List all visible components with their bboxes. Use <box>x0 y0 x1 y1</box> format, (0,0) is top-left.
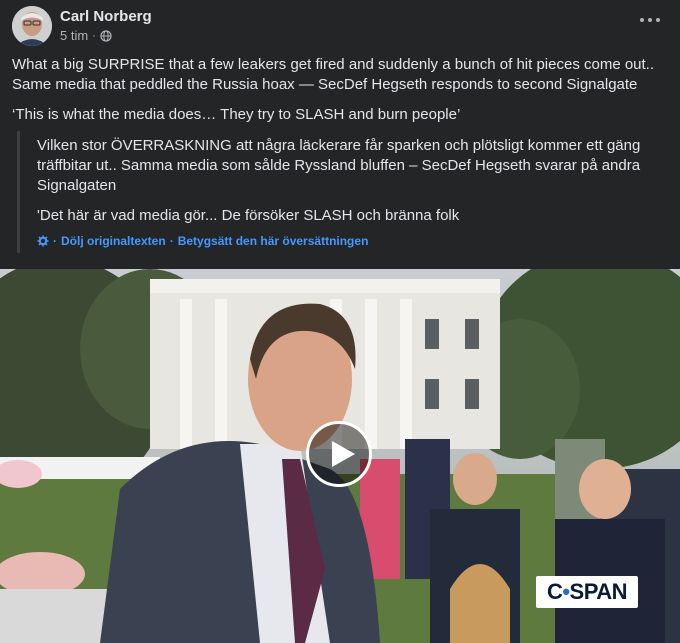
link-separator: · <box>169 234 174 248</box>
gear-icon <box>37 235 49 247</box>
post-body: What a big SURPRISE that a few leakers g… <box>12 55 668 135</box>
cspan-watermark: C • SPAN <box>536 576 638 608</box>
translation-block: Vilken stor ÖVERRASKNING att några läcke… <box>17 131 671 253</box>
rate-translation-link[interactable]: Betygsätt den här översättningen <box>178 234 369 248</box>
video-player[interactable]: C • SPAN <box>0 269 680 643</box>
author-name[interactable]: Carl Norberg <box>60 8 152 25</box>
post-time[interactable]: 5 tim <box>60 28 88 43</box>
play-icon <box>332 441 355 467</box>
link-separator: · <box>53 234 57 248</box>
translation-paragraph: Vilken stor ÖVERRASKNING att några läcke… <box>37 137 641 194</box>
translation-paragraph: 'Det här är vad media gör... De försöker… <box>37 207 460 224</box>
post-text-paragraph: ‘This is what the media does… They try t… <box>12 106 461 123</box>
translation-links: · Dölj originaltexten · Betygsätt den hä… <box>37 234 368 248</box>
post-header: Carl Norberg 5 tim · <box>12 6 668 48</box>
more-options-icon[interactable] <box>640 14 660 26</box>
hide-original-link[interactable]: Dölj originaltexten <box>61 234 166 248</box>
avatar[interactable] <box>12 6 52 46</box>
post-meta: 5 tim · <box>60 28 112 43</box>
play-button[interactable] <box>306 421 372 487</box>
meta-separator: · <box>92 29 96 42</box>
globe-icon <box>100 29 112 42</box>
post-text-paragraph: What a big SURPRISE that a few leakers g… <box>12 56 655 93</box>
